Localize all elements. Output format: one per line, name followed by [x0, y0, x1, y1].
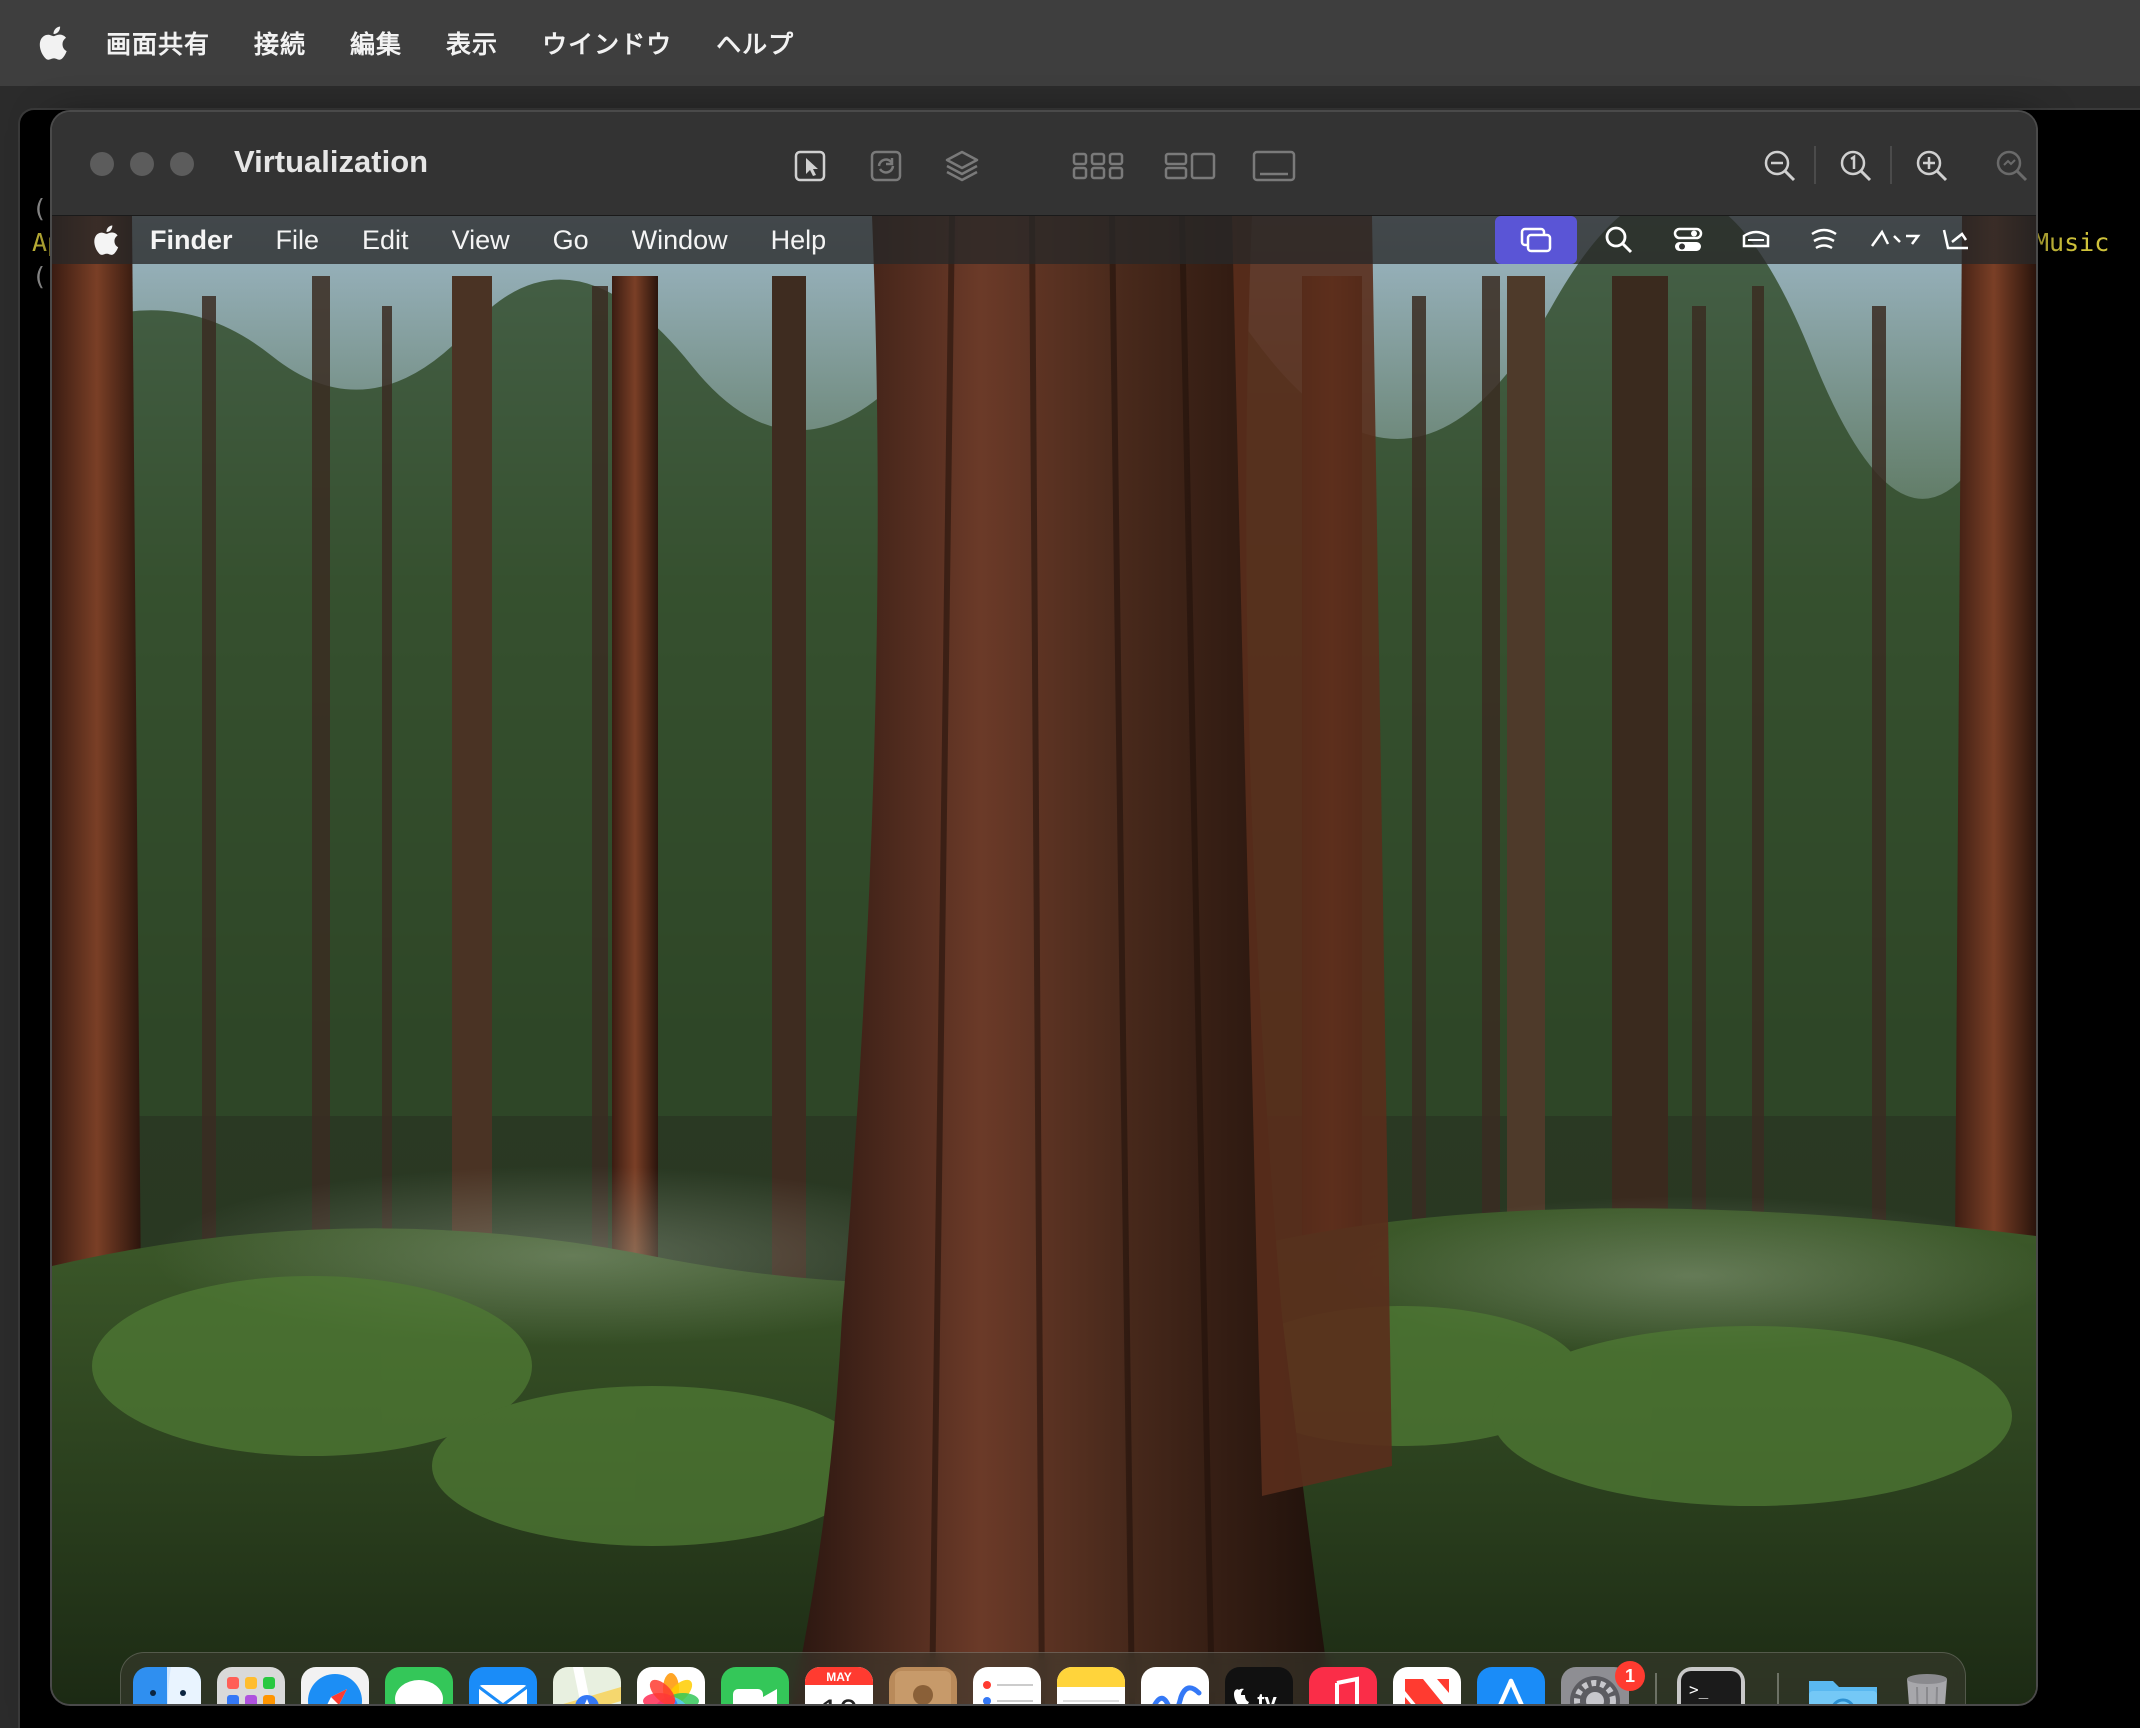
- close-window-button[interactable]: [90, 152, 114, 176]
- guest-menu-file[interactable]: File: [276, 225, 320, 256]
- calendar-day-label: 10: [820, 1693, 858, 1704]
- host-menu-help[interactable]: ヘルプ: [716, 25, 794, 61]
- grid-icon[interactable]: [1070, 146, 1126, 186]
- toolbar-divider: [1814, 146, 1816, 184]
- dock-facetime-icon[interactable]: [721, 1667, 789, 1704]
- dock-app-store-icon[interactable]: [1477, 1667, 1545, 1704]
- guest-menu-edit[interactable]: Edit: [362, 225, 409, 256]
- menu-extra-4-icon[interactable]: [1938, 222, 1974, 258]
- virtualization-window: Virtualization Finder File Edit View Go …: [52, 112, 2036, 1704]
- guest-menu-window[interactable]: Window: [632, 225, 728, 256]
- guest-menu-finder[interactable]: Finder: [150, 225, 233, 256]
- dock-reminders-icon[interactable]: [973, 1667, 1041, 1704]
- dock-safari-icon[interactable]: [301, 1667, 369, 1704]
- display-icon[interactable]: [1250, 146, 1298, 186]
- dock: MAY 10 tv: [120, 1652, 1966, 1704]
- control-center-icon[interactable]: [1670, 222, 1706, 258]
- host-menu-view[interactable]: 表示: [446, 25, 498, 61]
- dock-mail-icon[interactable]: [469, 1667, 537, 1704]
- guest-menu-view[interactable]: View: [452, 225, 510, 256]
- system-settings-badge: 1: [1615, 1661, 1645, 1691]
- dock-finder-icon[interactable]: [133, 1667, 201, 1704]
- tv-label: tv: [1257, 1689, 1277, 1704]
- pointer-mode-icon[interactable]: [790, 146, 830, 186]
- guest-screen[interactable]: Finder File Edit View Go Window Help MAY…: [52, 216, 2036, 1704]
- dock-launchpad-icon[interactable]: [217, 1667, 285, 1704]
- dock-maps-icon[interactable]: [553, 1667, 621, 1704]
- dock-photos-icon[interactable]: [637, 1667, 705, 1704]
- dock-tv-icon[interactable]: tv: [1225, 1667, 1293, 1704]
- host-menu-screen-sharing[interactable]: 画面共有: [106, 25, 210, 61]
- guest-menu-go[interactable]: Go: [553, 225, 589, 256]
- scale-icon[interactable]: [866, 146, 906, 186]
- dock-freeform-icon[interactable]: [1141, 1667, 1209, 1704]
- dock-terminal-icon[interactable]: >_: [1677, 1667, 1745, 1704]
- dock-separator: [1777, 1673, 1779, 1704]
- window-titlebar[interactable]: Virtualization: [52, 112, 2036, 216]
- layers-icon[interactable]: [942, 146, 982, 186]
- host-menu-bar: 画面共有 接続 編集 表示 ウインドウ ヘルプ: [0, 0, 2140, 86]
- apple-menu-icon[interactable]: [38, 25, 68, 61]
- actual-size-icon[interactable]: [1836, 146, 1876, 186]
- dock-calendar-icon[interactable]: MAY 10: [805, 1667, 873, 1704]
- dock-trash-icon[interactable]: [1899, 1667, 1955, 1704]
- calendar-month-label: MAY: [826, 1670, 852, 1684]
- zoom-out-icon[interactable]: [1760, 146, 1800, 186]
- split-view-icon[interactable]: [1162, 146, 1218, 186]
- minimize-window-button[interactable]: [130, 152, 154, 176]
- menu-extra-3-icon[interactable]: [1868, 222, 1922, 258]
- window-title: Virtualization: [234, 144, 429, 179]
- menu-extra-1-icon[interactable]: [1738, 222, 1774, 258]
- host-menu-edit[interactable]: 編集: [350, 25, 402, 61]
- dock-messages-icon[interactable]: [385, 1667, 453, 1704]
- host-menu-connection[interactable]: 接続: [254, 25, 306, 61]
- terminal-text-fragment: Music: [2034, 228, 2110, 257]
- dock-downloads-folder-icon[interactable]: [1805, 1667, 1881, 1704]
- spotlight-icon[interactable]: [1601, 222, 1637, 258]
- zoom-fit-icon[interactable]: [1992, 146, 2032, 186]
- zoom-window-button[interactable]: [170, 152, 194, 176]
- guest-menu-help[interactable]: Help: [771, 225, 827, 256]
- guest-menu-bar: Finder File Edit View Go Window Help: [52, 216, 2036, 264]
- dock-music-icon[interactable]: [1309, 1667, 1377, 1704]
- screen-sharing-icon[interactable]: [1518, 222, 1554, 258]
- forest-wallpaper: [52, 216, 2036, 1704]
- dock-news-icon[interactable]: [1393, 1667, 1461, 1704]
- guest-apple-menu-icon[interactable]: [92, 224, 120, 256]
- dock-contacts-icon[interactable]: [889, 1667, 957, 1704]
- terminal-prompt-label: >_: [1689, 1680, 1709, 1699]
- zoom-in-icon[interactable]: [1912, 146, 1952, 186]
- host-menu-window[interactable]: ウインドウ: [542, 25, 672, 61]
- dock-separator: [1655, 1673, 1657, 1704]
- menu-extra-2-icon[interactable]: [1806, 222, 1842, 258]
- toolbar-divider: [1890, 146, 1892, 184]
- dock-notes-icon[interactable]: [1057, 1667, 1125, 1704]
